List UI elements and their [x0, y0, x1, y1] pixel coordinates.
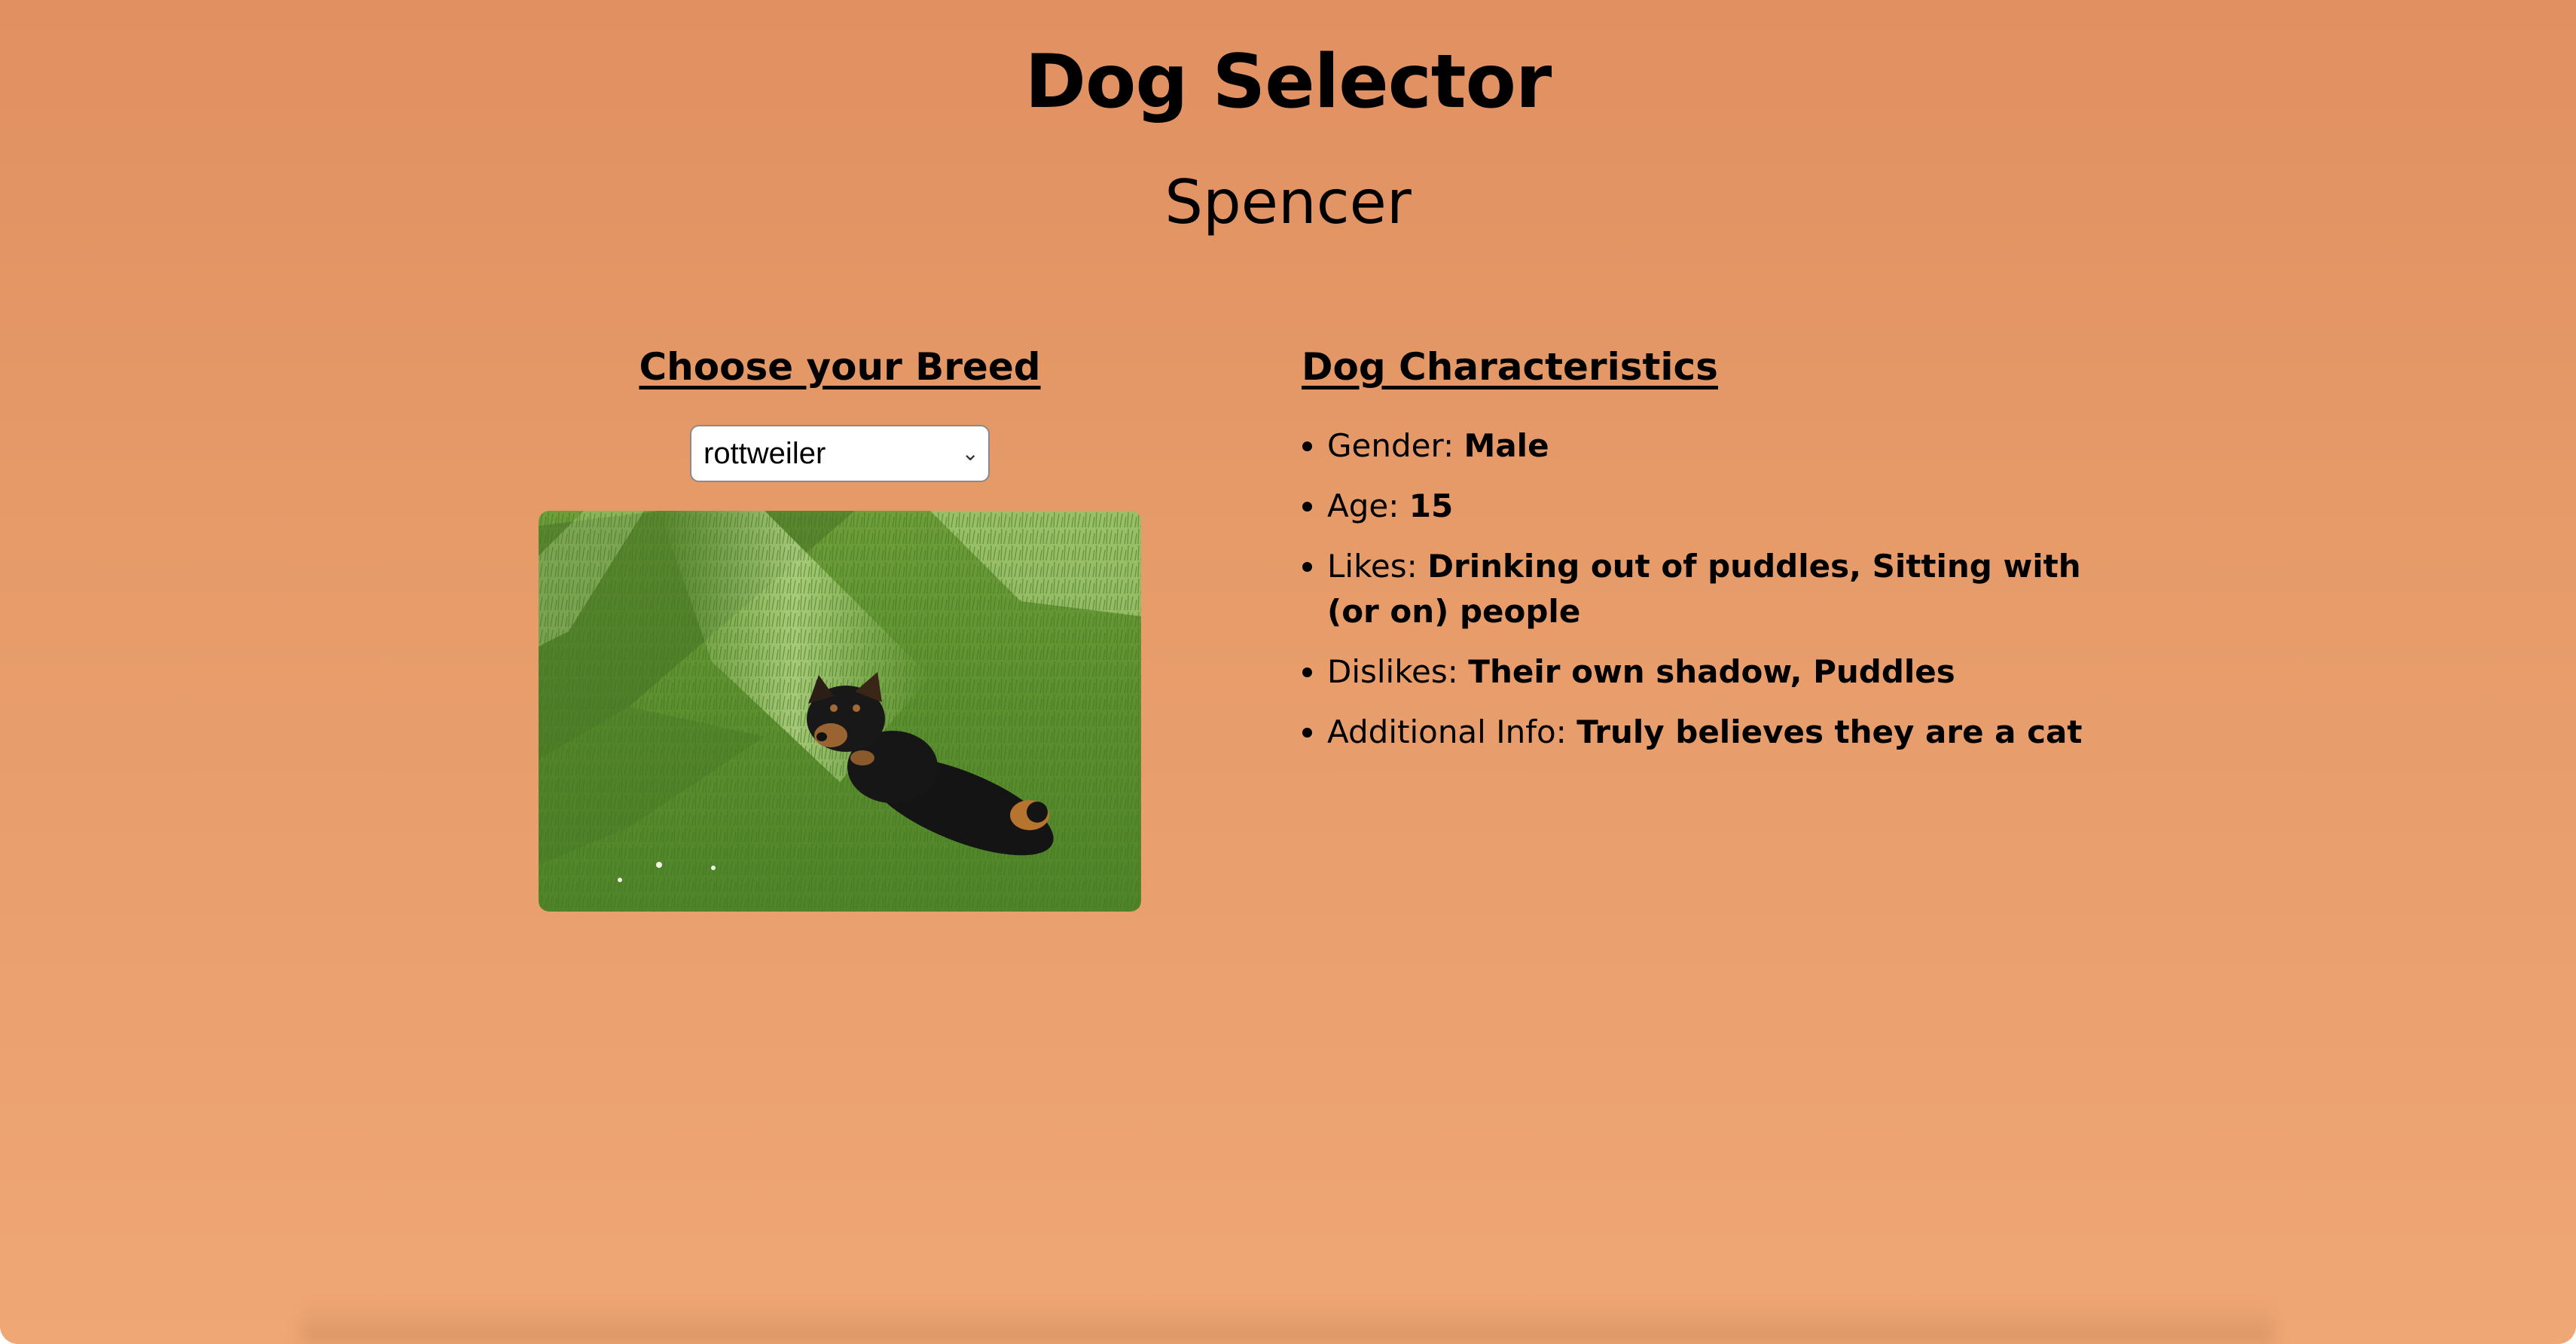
- trait-value: 15: [1409, 487, 1454, 524]
- trait-label: Dislikes:: [1327, 653, 1458, 690]
- bottom-shadow: [301, 1302, 2275, 1344]
- trait-value: Drinking out of puddles, Sitting with (o…: [1327, 548, 2081, 630]
- trait-additional-info: Additional Info: Truly believes they are…: [1327, 710, 2130, 755]
- breed-heading: Choose your Breed: [639, 345, 1041, 389]
- trait-value: Truly believes they are a cat: [1576, 713, 2083, 750]
- breed-panel: Choose your Breed rottweiler ⌄: [538, 345, 1142, 912]
- characteristics-panel: Dog Characteristics Gender: Male Age: 15…: [1302, 345, 2130, 770]
- page-title: Dog Selector: [1024, 39, 1552, 125]
- dog-photo: [539, 511, 1141, 912]
- characteristics-list: Gender: Male Age: 15 Likes: Drinking out…: [1302, 423, 2130, 755]
- trait-label: Age:: [1327, 487, 1399, 524]
- breed-select[interactable]: rottweiler ⌄: [690, 425, 990, 482]
- trait-likes: Likes: Drinking out of puddles, Sitting …: [1327, 544, 2130, 634]
- trait-age: Age: 15: [1327, 484, 2130, 529]
- trait-gender: Gender: Male: [1327, 423, 2130, 469]
- trait-label: Gender:: [1327, 427, 1454, 464]
- dog-name: Spencer: [1164, 167, 1412, 237]
- trait-label: Additional Info:: [1327, 713, 1567, 750]
- page-background: Dog Selector Spencer Choose your Breed r…: [0, 0, 2576, 1344]
- trait-value: Male: [1463, 427, 1549, 464]
- trait-value: Their own shadow, Puddles: [1468, 653, 1955, 690]
- chevron-down-icon: ⌄: [961, 441, 979, 465]
- characteristics-heading: Dog Characteristics: [1302, 345, 1718, 389]
- trait-dislikes: Dislikes: Their own shadow, Puddles: [1327, 649, 2130, 695]
- trait-label: Likes:: [1327, 548, 1418, 585]
- breed-select-value: rottweiler: [704, 437, 826, 470]
